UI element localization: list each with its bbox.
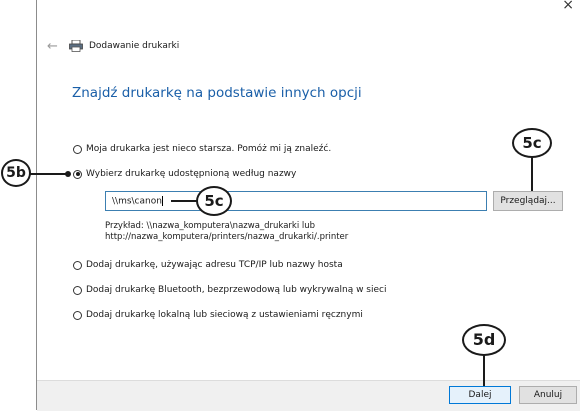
window-title: Dodawanie drukarki: [89, 41, 180, 51]
option-shared-by-name[interactable]: Wybierz drukarkę udostępnioną według naz…: [73, 169, 296, 179]
option-label: Moja drukarka jest nieco starsza. Pomóż …: [86, 144, 332, 154]
callout-5c-browse-leader: [531, 157, 533, 191]
option-tcpip[interactable]: Dodaj drukarkę, używając adresu TCP/IP l…: [73, 260, 343, 270]
back-arrow-icon[interactable]: ←: [47, 39, 58, 54]
option-label: Dodaj drukarkę Bluetooth, bezprzewodową …: [86, 285, 387, 295]
text-cursor: [161, 196, 163, 206]
callout-5c-input-leader: [171, 200, 197, 202]
callout-5d: 5d: [462, 324, 506, 356]
input-value: \\ms\canon: [112, 196, 162, 207]
callout-5c-browse: 5c: [512, 128, 552, 158]
next-button[interactable]: Dalej: [449, 386, 511, 404]
close-icon[interactable]: ×: [562, 0, 574, 13]
option-bluetooth[interactable]: Dodaj drukarkę Bluetooth, bezprzewodową …: [73, 285, 386, 295]
option-local-manual[interactable]: Dodaj drukarkę lokalną lub sieciową z us…: [73, 310, 363, 320]
cancel-button[interactable]: Anuluj: [519, 386, 577, 404]
option-label: Wybierz drukarkę udostępnioną według naz…: [86, 169, 297, 179]
callout-5b: 5b: [1, 159, 31, 187]
callout-5c-input: 5c: [196, 186, 232, 216]
option-label: Dodaj drukarkę lokalną lub sieciową z us…: [86, 310, 363, 320]
callout-5b-leader: [30, 173, 68, 175]
callout-5d-leader: [483, 355, 485, 386]
radio-button-checked[interactable]: [73, 169, 82, 179]
option-label: Dodaj drukarkę, używając adresu TCP/IP l…: [86, 260, 343, 270]
printer-name-input[interactable]: \\ms\canon: [105, 191, 487, 211]
example-line-1: Przykład: \\nazwa_komputera\nazwa_drukar…: [105, 221, 316, 231]
page-heading: Znajdź drukarkę na podstawie innych opcj…: [72, 85, 362, 101]
radio-button[interactable]: [73, 260, 82, 270]
example-text: Przykład: \\nazwa_komputera\nazwa_drukar…: [105, 221, 348, 243]
example-line-2: http://nazwa_komputera/printers/nazwa_dr…: [105, 232, 349, 242]
radio-button[interactable]: [73, 310, 82, 320]
browse-button[interactable]: Przeglądaj...: [493, 191, 563, 211]
option-older-printer[interactable]: Moja drukarka jest nieco starsza. Pomóż …: [73, 144, 331, 154]
printer-icon: [69, 40, 83, 52]
radio-button[interactable]: [73, 144, 82, 154]
radio-button[interactable]: [73, 285, 82, 295]
callout-5b-dot: [65, 171, 71, 177]
